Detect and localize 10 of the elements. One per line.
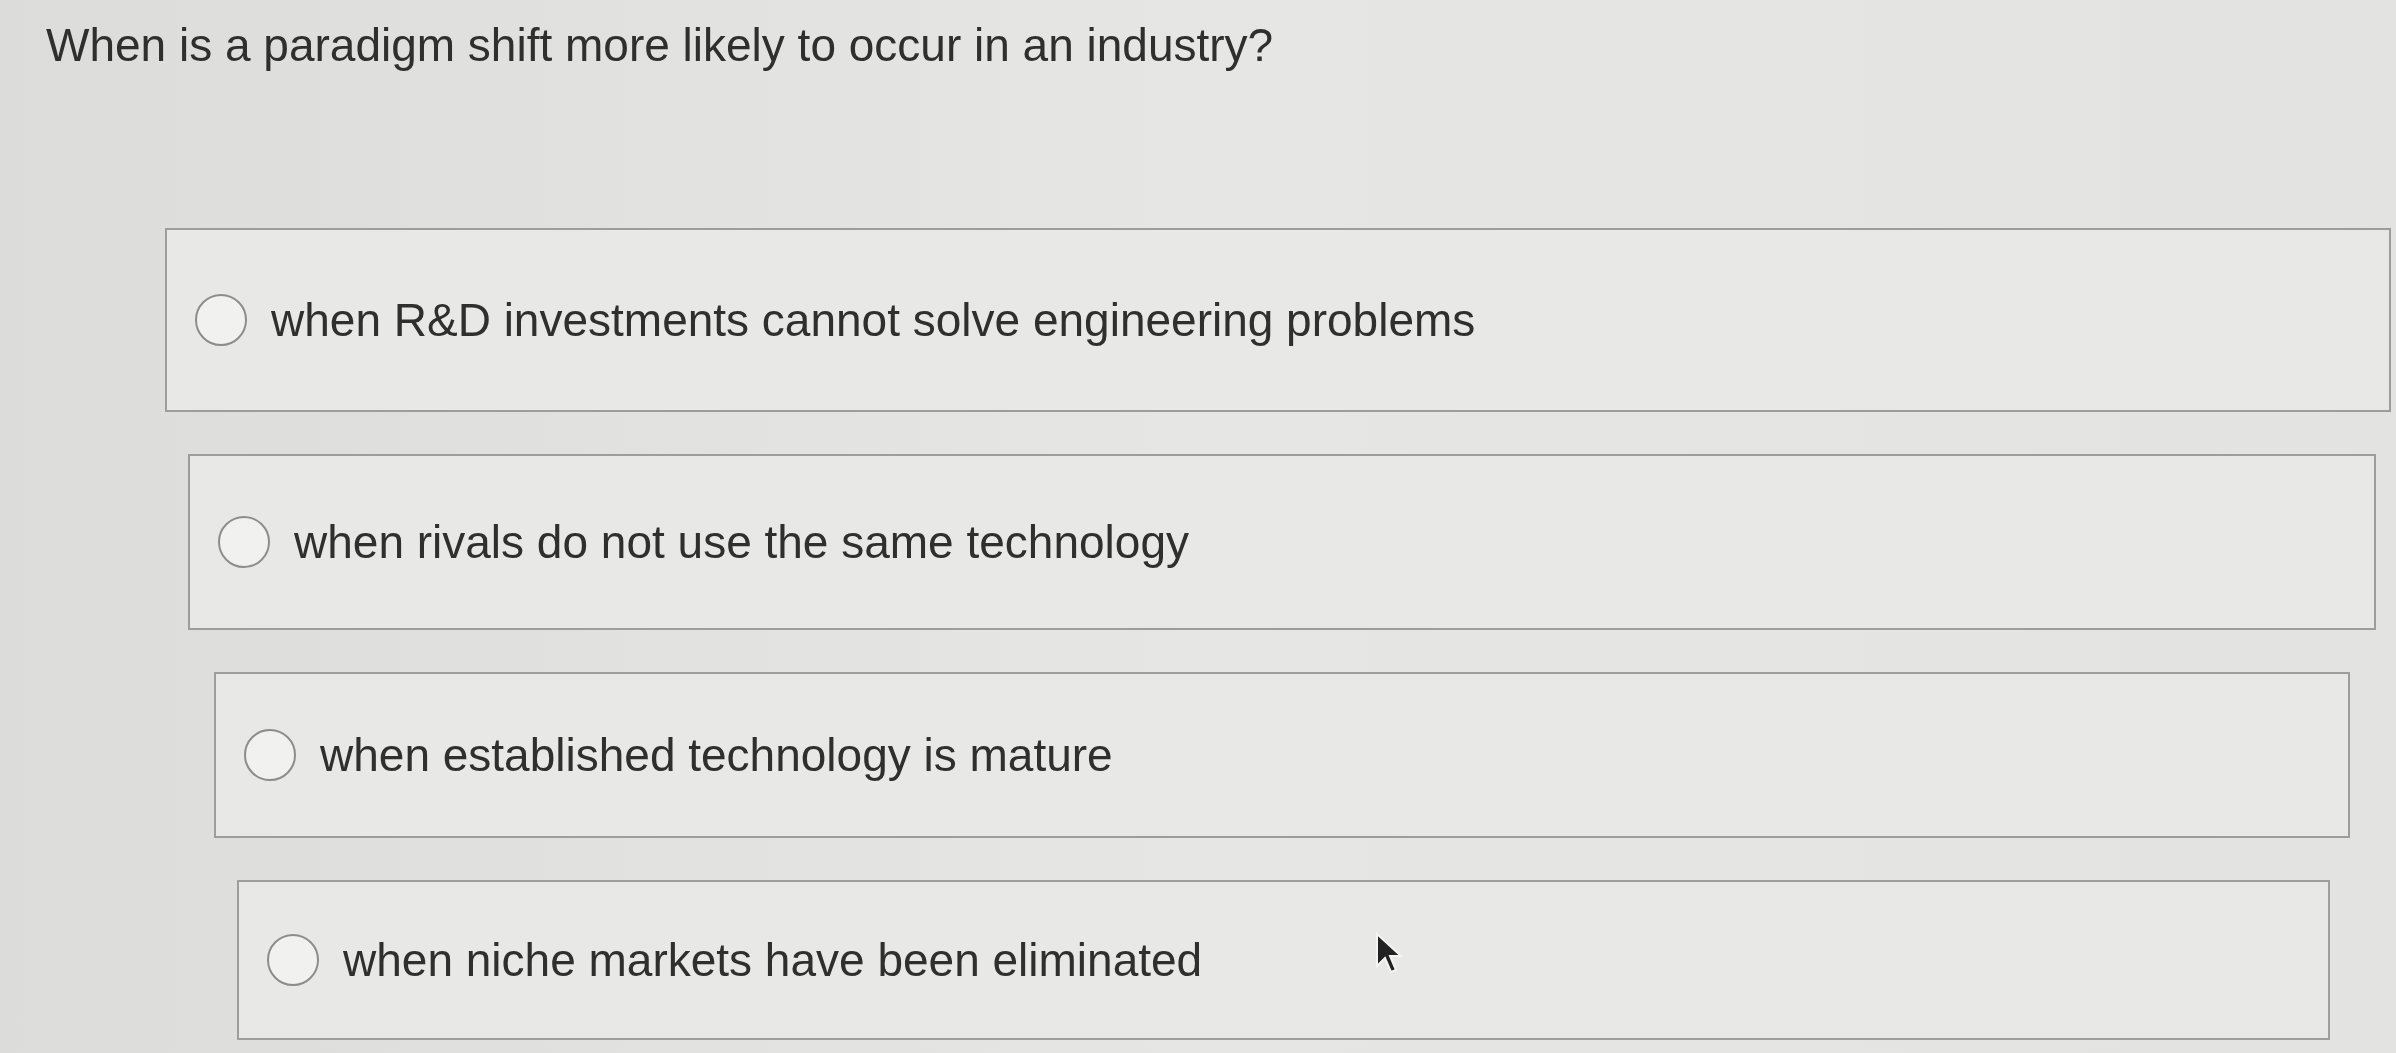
answer-option[interactable]: when niche markets have been eliminated (237, 880, 2330, 1040)
answer-option[interactable]: when established technology is mature (214, 672, 2350, 838)
radio-button[interactable] (195, 294, 247, 346)
radio-button[interactable] (267, 934, 319, 986)
radio-button[interactable] (218, 516, 270, 568)
answer-option[interactable]: when R&D investments cannot solve engineering problems (165, 228, 2391, 412)
answer-option[interactable]: when rivals do not use the same technology (188, 454, 2376, 630)
radio-button[interactable] (244, 729, 296, 781)
cursor-icon (1375, 932, 1403, 974)
question-text: When is a paradigm shift more likely to occur in an industry? (46, 18, 1274, 72)
